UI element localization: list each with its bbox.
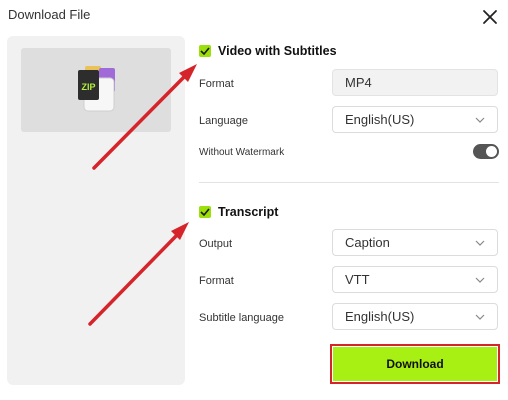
annotation-arrows <box>88 64 197 326</box>
annotation-arrow-transcript <box>88 232 180 326</box>
annotation-arrow-video <box>92 74 187 170</box>
